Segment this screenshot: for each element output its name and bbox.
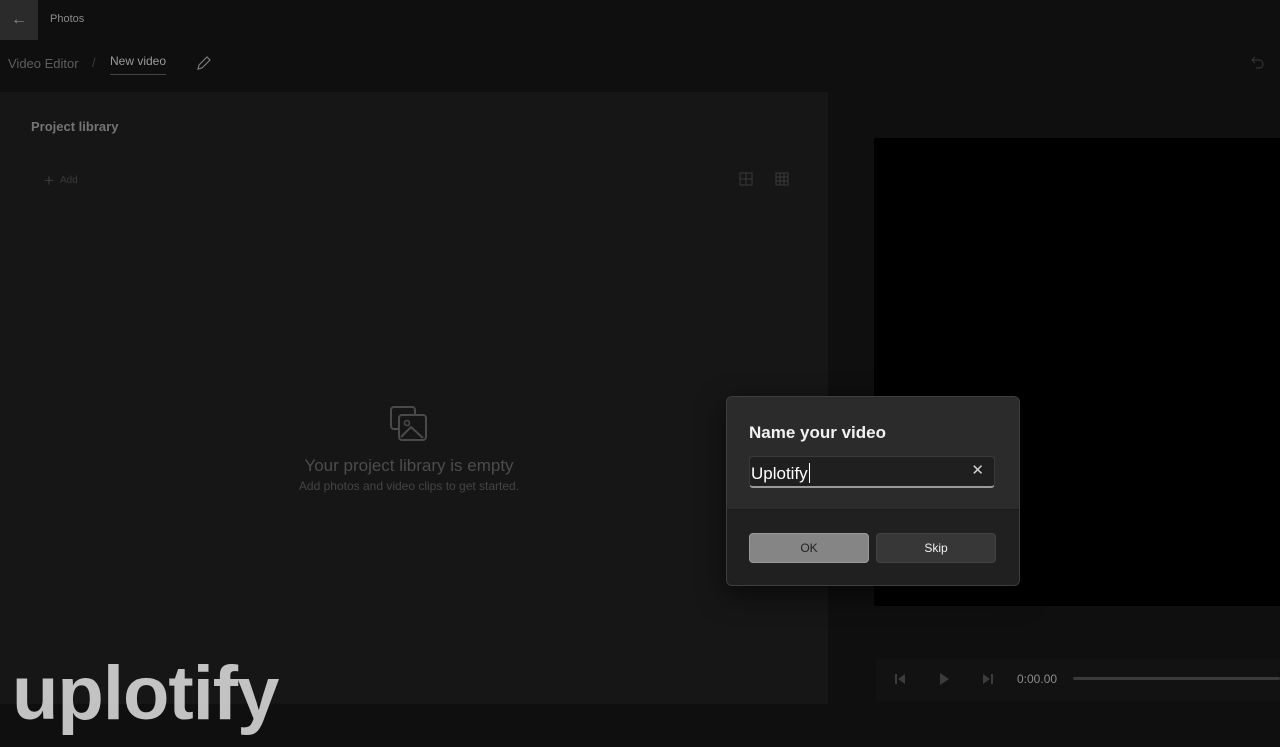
clear-icon[interactable]: ✕ <box>971 463 984 478</box>
undo-icon[interactable] <box>1248 54 1266 72</box>
grid-small-view-icon[interactable] <box>775 172 789 186</box>
title-bar <box>0 0 1280 40</box>
grid-large-view-icon[interactable] <box>739 172 753 186</box>
dialog-content <box>727 397 1019 509</box>
project-library-title: Project library <box>31 119 119 134</box>
back-button[interactable]: ← <box>0 0 38 40</box>
arrow-left-icon: ← <box>11 11 27 28</box>
skip-forward-icon[interactable] <box>980 671 996 687</box>
dialog-title: Name your video <box>749 423 886 442</box>
video-name-value: Uplotify <box>751 464 808 483</box>
breadcrumb-current-project: New video <box>110 54 167 75</box>
empty-library-subtitle: Add photos and video clips to get starte… <box>298 479 520 493</box>
ok-button[interactable]: OK <box>749 533 869 563</box>
plus-icon: + <box>44 171 54 190</box>
add-media-label: Add <box>59 175 78 186</box>
skip-button[interactable]: Skip <box>876 533 996 563</box>
project-library-panel <box>0 92 828 704</box>
watermark-logo: uplotify <box>12 651 279 736</box>
app-title: Photos <box>50 13 85 25</box>
seek-slider[interactable] <box>1073 677 1280 680</box>
rename-pencil-icon[interactable] <box>195 54 213 72</box>
video-name-input[interactable]: Uplotify ✕ <box>749 456 995 488</box>
breadcrumb-video-editor[interactable]: Video Editor <box>8 56 79 71</box>
breadcrumb-separator: / <box>92 55 96 70</box>
play-icon[interactable] <box>936 671 952 687</box>
name-video-dialog: Name your video Uplotify ✕ OK Skip <box>726 396 1020 586</box>
photos-stack-icon <box>390 406 427 441</box>
skip-back-icon[interactable] <box>892 671 908 687</box>
playback-time: 0:00.00 <box>1017 672 1058 686</box>
add-media-button[interactable]: + Add <box>44 172 78 189</box>
text-caret <box>808 463 810 483</box>
empty-library-title: Your project library is empty <box>304 456 514 475</box>
